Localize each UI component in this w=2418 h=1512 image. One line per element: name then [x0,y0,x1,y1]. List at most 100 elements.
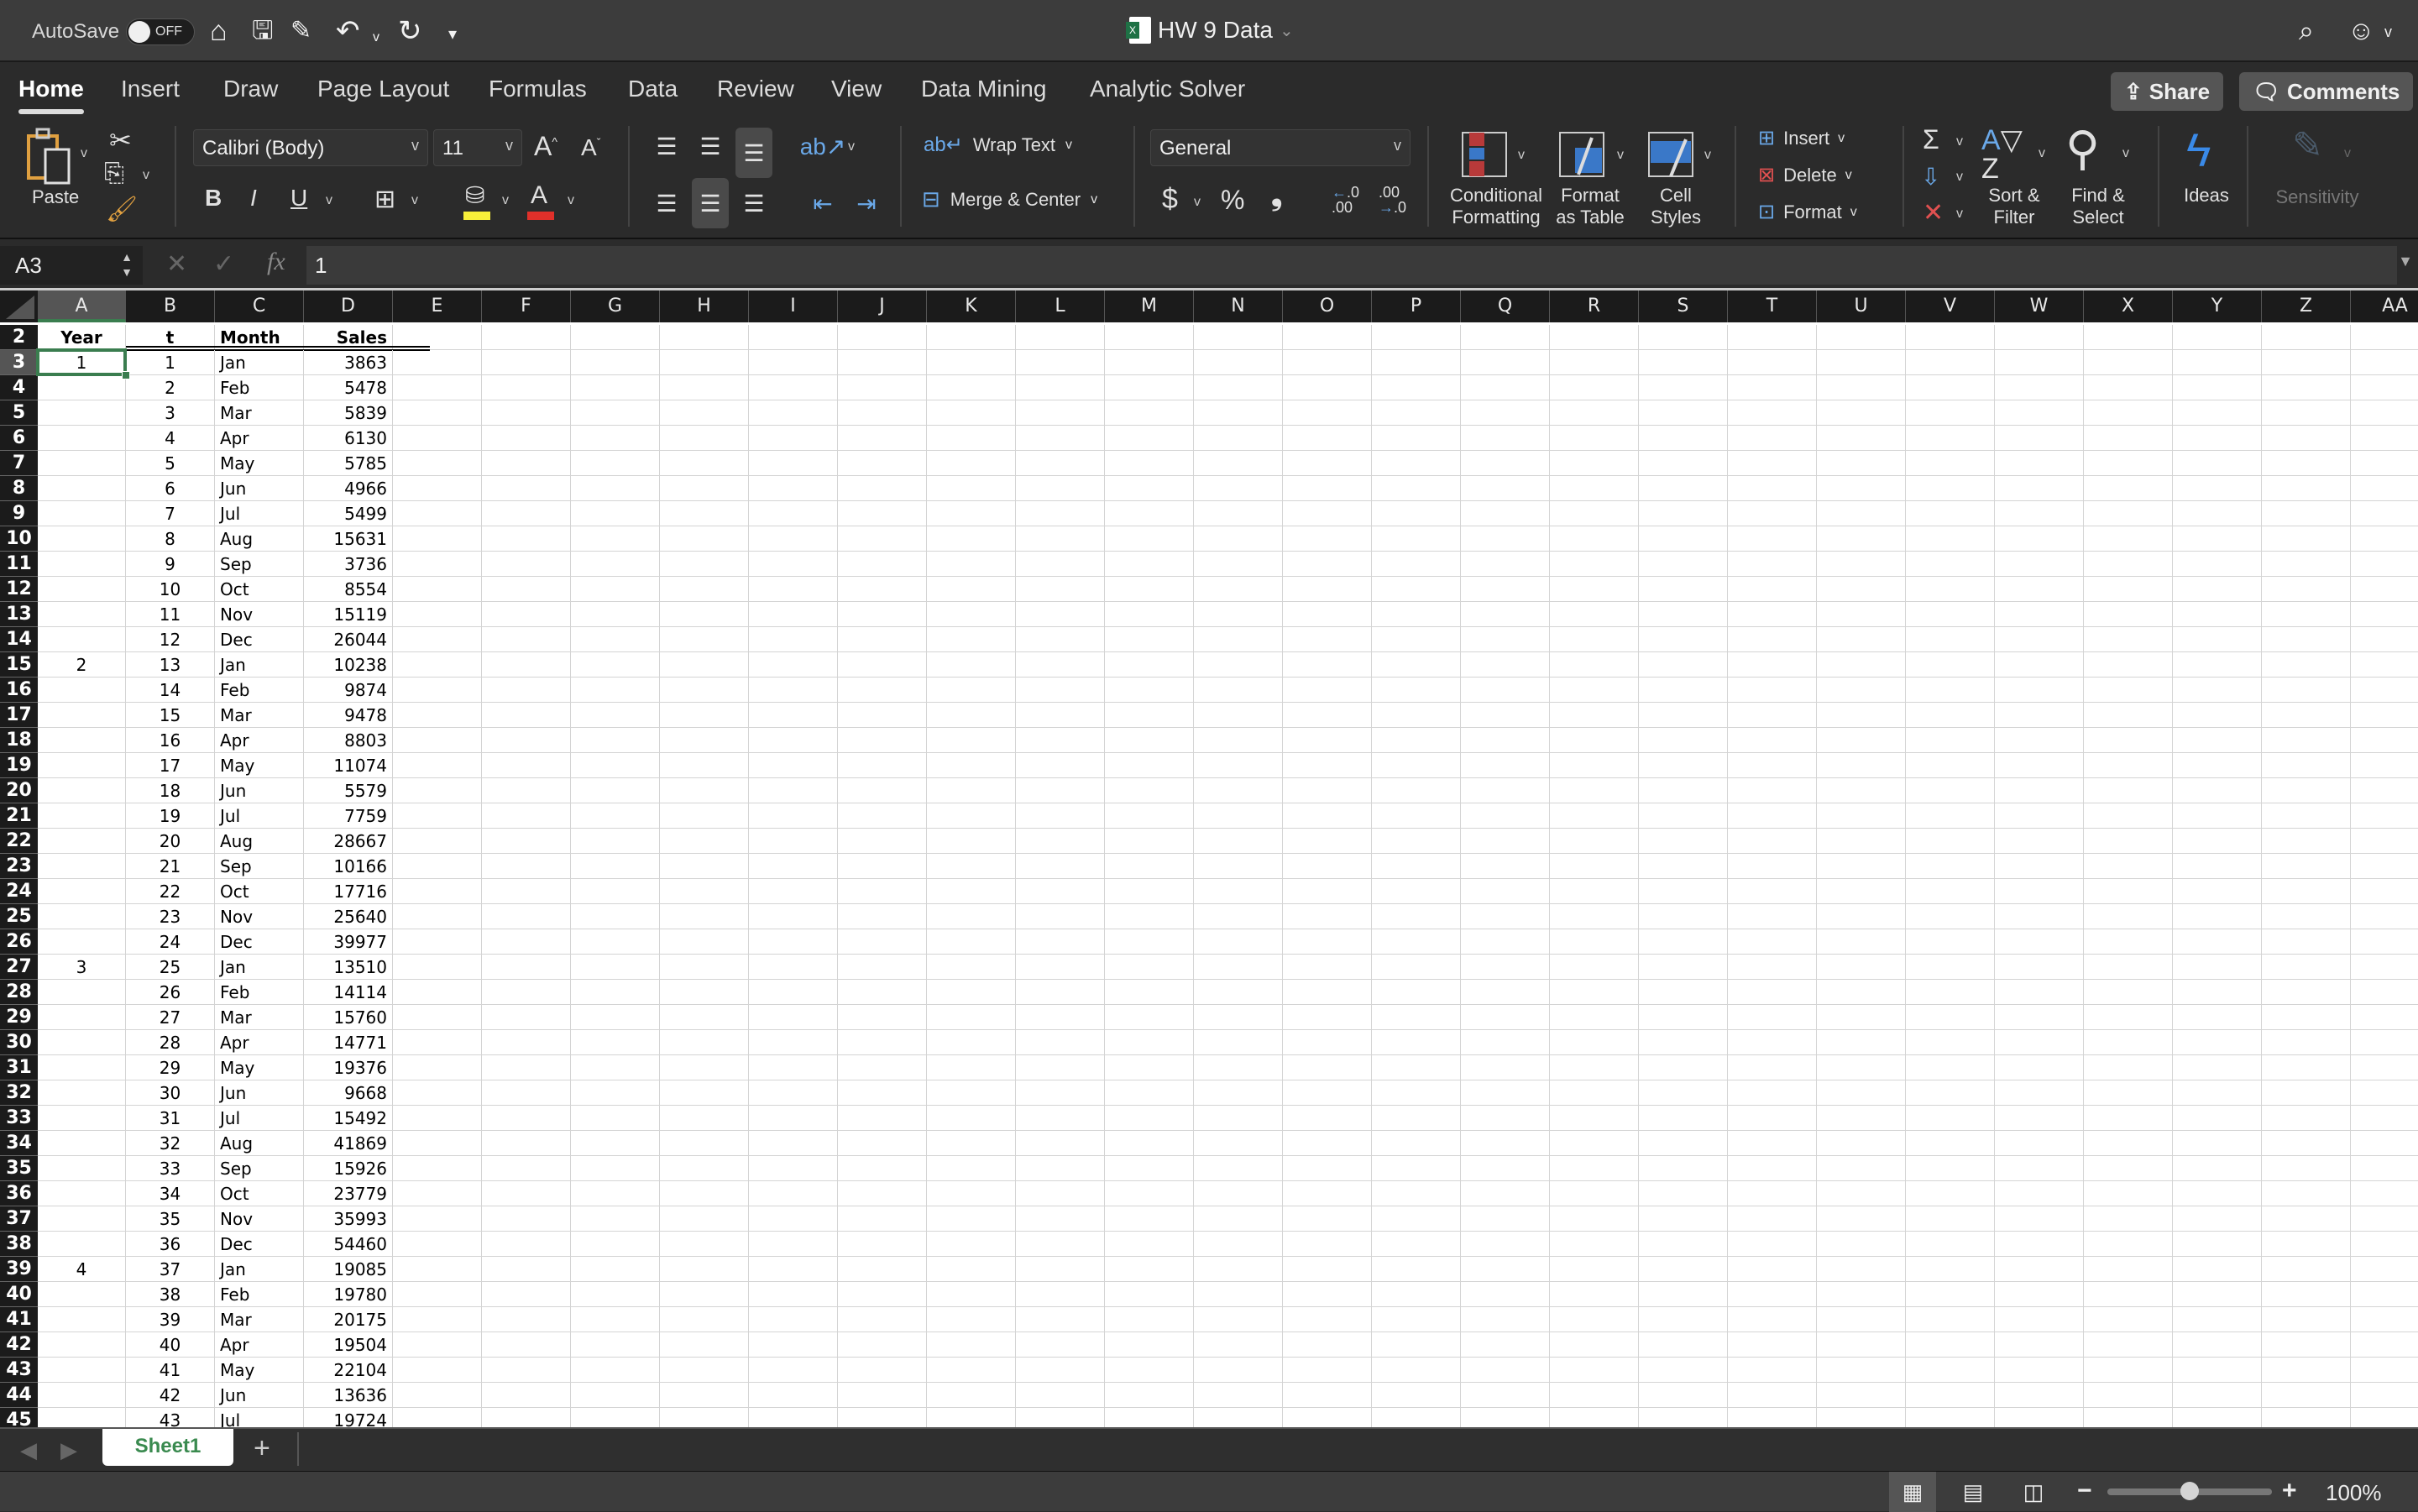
cell-t9[interactable] [1728,501,1817,526]
cell-year[interactable] [38,728,126,753]
cell-w28[interactable] [1995,980,2084,1005]
cell-year[interactable]: 4 [38,1257,126,1282]
cell-f13[interactable] [482,602,571,627]
tab-data[interactable]: Data [628,76,678,102]
cell-r2[interactable] [1550,325,1639,350]
cell-w26[interactable] [1995,929,2084,955]
cell-year[interactable] [38,778,126,803]
cell-j7[interactable] [838,451,927,476]
cell-r12[interactable] [1550,577,1639,602]
copy-icon[interactable]: ⎘ [104,160,124,188]
cell-aa8[interactable] [2351,476,2418,501]
row-header-43[interactable]: 43 [0,1358,38,1383]
cell-j14[interactable] [838,627,927,652]
cell-n43[interactable] [1194,1358,1283,1383]
cell-l10[interactable] [1016,526,1105,552]
cell-j29[interactable] [838,1005,927,1030]
cell-j18[interactable] [838,728,927,753]
cell-year[interactable]: 1 [38,350,126,375]
cell-year[interactable] [38,577,126,602]
cell-g36[interactable] [571,1181,660,1206]
cell-l37[interactable] [1016,1206,1105,1232]
cell-aa16[interactable] [2351,678,2418,703]
cell-q18[interactable] [1461,728,1550,753]
cell-m18[interactable] [1105,728,1194,753]
cell-g14[interactable] [571,627,660,652]
cell-year[interactable] [38,1156,126,1181]
cell-t19[interactable] [1728,753,1817,778]
row-header-20[interactable]: 20 [0,778,38,803]
cell-m16[interactable] [1105,678,1194,703]
cell-w9[interactable] [1995,501,2084,526]
cell-t[interactable]: 25 [126,955,215,980]
cell-r27[interactable] [1550,955,1639,980]
cell-g20[interactable] [571,778,660,803]
cell-p37[interactable] [1372,1206,1461,1232]
cell-aa33[interactable] [2351,1106,2418,1131]
cell-u19[interactable] [1817,753,1906,778]
cell-f30[interactable] [482,1030,571,1055]
tab-home[interactable]: Home [18,76,84,114]
cell-j12[interactable] [838,577,927,602]
cell-w32[interactable] [1995,1080,2084,1106]
cell-f36[interactable] [482,1181,571,1206]
cell-m37[interactable] [1105,1206,1194,1232]
cell-r35[interactable] [1550,1156,1639,1181]
cell-l45[interactable] [1016,1408,1105,1427]
cell-s10[interactable] [1639,526,1728,552]
cell-j13[interactable] [838,602,927,627]
cell-k8[interactable] [927,476,1016,501]
cell-j9[interactable] [838,501,927,526]
cell-r25[interactable] [1550,904,1639,929]
cell-q29[interactable] [1461,1005,1550,1030]
cell-p3[interactable] [1372,350,1461,375]
cell-h13[interactable] [660,602,749,627]
cell-t[interactable]: 8 [126,526,215,552]
cell-z36[interactable] [2262,1181,2351,1206]
cell-h2[interactable] [660,325,749,350]
customize-toolbar-icon[interactable]: ▾ [448,18,457,50]
cell-l6[interactable] [1016,426,1105,451]
cell-m8[interactable] [1105,476,1194,501]
column-header-r[interactable]: R [1550,290,1639,322]
cell-q41[interactable] [1461,1307,1550,1332]
cell-u9[interactable] [1817,501,1906,526]
cell-k23[interactable] [927,854,1016,879]
cell-f15[interactable] [482,652,571,678]
cell-x3[interactable] [2084,350,2173,375]
cell-r45[interactable] [1550,1408,1639,1427]
cell-t[interactable]: 5 [126,451,215,476]
cell-t6[interactable] [1728,426,1817,451]
cell-g9[interactable] [571,501,660,526]
cell-o25[interactable] [1283,904,1372,929]
cell-e6[interactable] [393,426,482,451]
cell-o10[interactable] [1283,526,1372,552]
cell-y7[interactable] [2173,451,2262,476]
row-header-7[interactable]: 7 [0,451,38,476]
row-header-16[interactable]: 16 [0,678,38,703]
row-header-13[interactable]: 13 [0,602,38,627]
column-header-t[interactable]: T [1728,290,1817,322]
insert-function-icon[interactable]: fx [267,248,285,276]
cell-month[interactable]: Sep [215,552,304,577]
cell-t38[interactable] [1728,1232,1817,1257]
cell-f5[interactable] [482,400,571,426]
cell-n12[interactable] [1194,577,1283,602]
cell-j38[interactable] [838,1232,927,1257]
cell-aa32[interactable] [2351,1080,2418,1106]
cell-sales[interactable]: 10166 [304,854,393,879]
redo-icon[interactable]: ↻ [398,15,422,47]
cell-z3[interactable] [2262,350,2351,375]
align-right-icon[interactable]: ☰ [735,185,772,222]
cell-g40[interactable] [571,1282,660,1307]
cell-z30[interactable] [2262,1030,2351,1055]
cell-t[interactable]: 26 [126,980,215,1005]
cell-r18[interactable] [1550,728,1639,753]
cell-h28[interactable] [660,980,749,1005]
cell-t32[interactable] [1728,1080,1817,1106]
cell-z5[interactable] [2262,400,2351,426]
cell-t[interactable]: 4 [126,426,215,451]
cell-t30[interactable] [1728,1030,1817,1055]
cell-k44[interactable] [927,1383,1016,1408]
cell-j36[interactable] [838,1181,927,1206]
